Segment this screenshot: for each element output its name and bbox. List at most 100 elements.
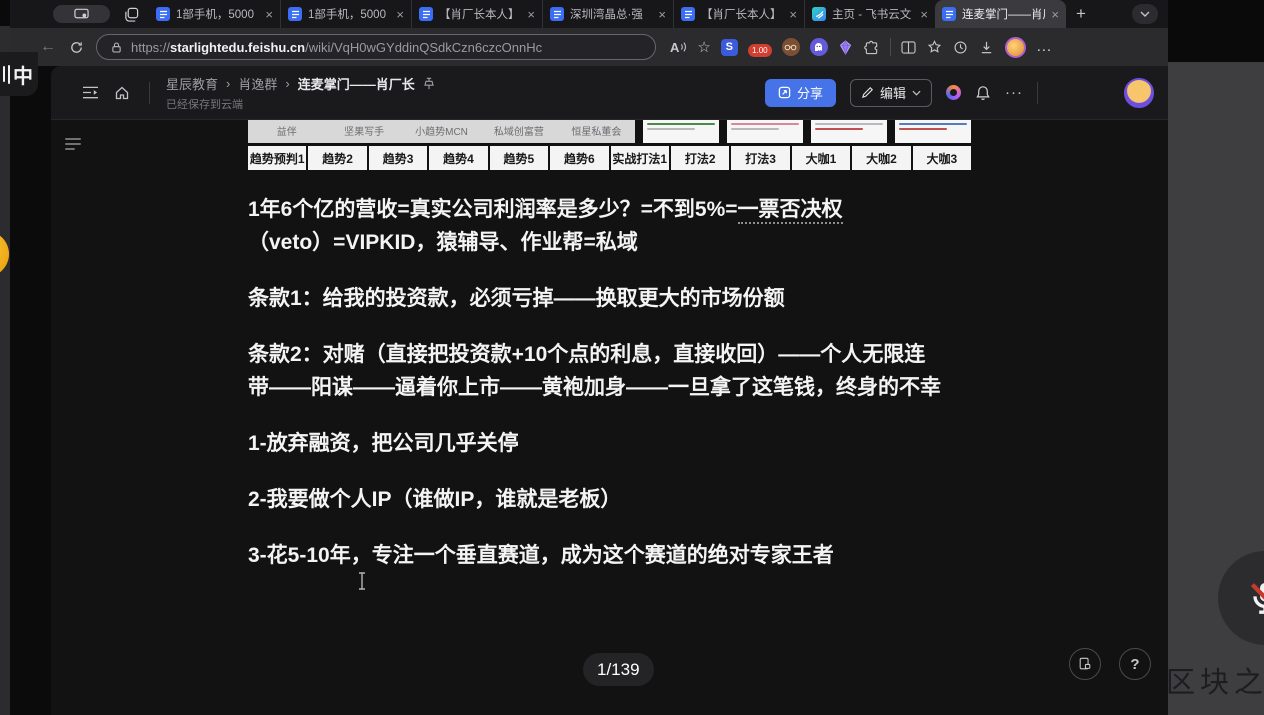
split-screen-button[interactable]	[901, 39, 917, 55]
extension-price-badge[interactable]: 1.00	[748, 44, 772, 57]
thumbnail-fragment	[815, 123, 883, 125]
sidebar-toggle-icon[interactable]	[81, 84, 99, 102]
table-image-cell[interactable]	[643, 120, 719, 143]
browser-more-button[interactable]: …	[1036, 38, 1052, 56]
table-label: 益伴	[248, 123, 325, 143]
paragraph-4: 1-放弃融资，把公司几乎关停	[248, 427, 971, 460]
url-host: starlightedu.feishu.cn	[170, 40, 305, 55]
share-button[interactable]: 分享	[765, 79, 836, 107]
edit-button[interactable]: 编辑	[850, 79, 932, 107]
paragraph-1-line2: （veto）=VIPKID，猿辅导、作业帮=私域	[248, 231, 638, 254]
tab-list-button[interactable]	[1132, 4, 1158, 24]
table-header-cell[interactable]: 实战打法1	[611, 146, 669, 170]
browser-tab-active[interactable]: 连麦掌门——肖厂 ×	[935, 0, 1066, 28]
breadcrumb-separator: ›	[285, 76, 289, 91]
table-header-cell[interactable]: 大咖2	[852, 146, 910, 170]
thumbnail-fragment	[731, 128, 779, 130]
table-image-cell[interactable]	[811, 120, 887, 143]
tab-close-icon[interactable]: ×	[396, 8, 404, 21]
workspaces-icon[interactable]	[123, 6, 139, 22]
screen: 1部手机，5000 × 1部手机，5000 × 【肖厂长本人】 × 深圳湾晶总·…	[0, 0, 1264, 715]
table-header-cell[interactable]: 趋势3	[369, 146, 427, 170]
tab-title: 深圳湾晶总·强	[570, 6, 652, 22]
tab-title: 1部手机，5000	[308, 6, 390, 22]
read-aloud-letter: A	[670, 40, 679, 55]
extension-ghost-icon[interactable]	[810, 38, 828, 56]
extension-s-icon[interactable]: S	[721, 39, 738, 56]
table-label: 坚果写手	[325, 123, 402, 143]
table-header-cell[interactable]: 趋势2	[308, 146, 366, 170]
background-top-dark	[1168, 0, 1264, 62]
browser-tab-2[interactable]: 1部手机，5000 ×	[280, 0, 411, 28]
thumbnail-fragment	[647, 123, 715, 125]
browser-tab-4[interactable]: 深圳湾晶总·强 ×	[542, 0, 673, 28]
microphone-muted-icon	[1245, 578, 1264, 618]
paragraph-1-text: 1年6个亿的营收=真实公司利润率是多少？=不到5%=	[248, 198, 738, 221]
table-header-cell[interactable]: 趋势6	[550, 146, 608, 170]
browser-profile-avatar[interactable]	[1005, 37, 1026, 58]
feishu-doc-icon	[419, 7, 433, 21]
refresh-button[interactable]	[68, 39, 84, 55]
breadcrumb-item[interactable]: 星辰教育	[166, 74, 218, 93]
table-header-cell[interactable]: 趋势预判1	[248, 146, 306, 170]
document-outline-icon[interactable]	[65, 138, 81, 150]
feishu-doc-icon	[156, 7, 170, 21]
feishu-home-icon	[812, 7, 826, 21]
share-label: 分享	[797, 83, 823, 102]
document-content: 益伴 坚果写手 小趋势MCN 私域创富营 恒星私董会	[248, 120, 971, 595]
feishu-more-button[interactable]: ···	[1005, 84, 1023, 101]
feishu-app: 星辰教育 › 肖逸群 › 连麦掌门——肖厂长 已经保存到云端	[10, 66, 1168, 715]
recording-indicator[interactable]	[946, 85, 961, 100]
table-header-cell[interactable]: 打法3	[731, 146, 789, 170]
collections-button[interactable]	[927, 39, 943, 55]
address-bar[interactable]: https://starlightedu.feishu.cn/wiki/VqH0…	[96, 34, 656, 60]
page-title: 连麦掌门——肖厂长	[298, 74, 415, 93]
tab-close-icon[interactable]: ×	[920, 8, 928, 21]
user-avatar[interactable]	[1124, 78, 1154, 108]
feedback-button[interactable]	[1069, 648, 1101, 680]
save-status: 已经保存到云端	[166, 96, 435, 112]
back-button[interactable]: ←	[40, 38, 56, 56]
table-header-cell[interactable]: 趋势5	[490, 146, 548, 170]
browser-tab-6[interactable]: 主页 - 飞书云文 ×	[804, 0, 935, 28]
live-status-text: 中	[13, 60, 33, 89]
table-header-cell[interactable]: 大咖1	[792, 146, 850, 170]
table-gray-cell[interactable]: 益伴 坚果写手 小趋势MCN 私域创富营 恒星私董会	[248, 120, 635, 143]
table-image-cell[interactable]	[727, 120, 803, 143]
browser-window: 1部手机，5000 × 1部手机，5000 × 【肖厂长本人】 × 深圳湾晶总·…	[10, 0, 1168, 715]
watermark-text: 区块之眼	[1166, 659, 1264, 701]
table-header-cell[interactable]: 大咖3	[913, 146, 971, 170]
browser-tab-1[interactable]: 1部手机，5000 ×	[149, 0, 280, 28]
new-tab-button[interactable]: +	[1066, 0, 1096, 28]
tab-close-icon[interactable]: ×	[527, 8, 535, 21]
tab-title: 【肖厂长本人】	[439, 6, 521, 22]
tab-close-icon[interactable]: ×	[1051, 8, 1059, 21]
browser-tab-5[interactable]: 【肖厂长本人】 ×	[673, 0, 804, 28]
extensions-puzzle-icon[interactable]	[864, 39, 880, 55]
help-button[interactable]: ?	[1119, 648, 1151, 680]
table-image-cell[interactable]	[895, 120, 971, 143]
tab-close-icon[interactable]: ×	[265, 8, 273, 21]
home-icon[interactable]	[113, 84, 131, 102]
browser-tab-3[interactable]: 【肖厂长本人】 ×	[411, 0, 542, 28]
thumbnail-fragment	[647, 128, 695, 130]
read-aloud-button[interactable]: A	[670, 40, 687, 55]
history-button[interactable]	[953, 39, 969, 55]
table-header-cell[interactable]: 打法2	[671, 146, 729, 170]
document-text[interactable]: 1年6个亿的营收=真实公司利润率是多少？=不到5%=一票否决权（veto）=VI…	[248, 193, 971, 572]
tab-close-icon[interactable]: ×	[789, 8, 797, 21]
extension-crystal-icon[interactable]	[838, 39, 854, 55]
table-label: 私域创富营	[480, 123, 557, 143]
favorite-star-button[interactable]: ☆	[697, 38, 710, 56]
tab-close-icon[interactable]: ×	[658, 8, 666, 21]
breadcrumb-item[interactable]: 肖逸群	[238, 74, 277, 93]
notification-bell-icon[interactable]	[975, 85, 991, 101]
toolbar-divider	[890, 38, 891, 56]
background-window-sliver	[0, 26, 10, 715]
extension-glasses-icon[interactable]	[782, 38, 800, 56]
screen-share-indicator-button[interactable]	[53, 5, 110, 23]
table-header-cell[interactable]: 趋势4	[429, 146, 487, 170]
pin-icon[interactable]	[423, 77, 435, 90]
header-divider	[1037, 82, 1038, 104]
downloads-button[interactable]	[979, 39, 995, 55]
